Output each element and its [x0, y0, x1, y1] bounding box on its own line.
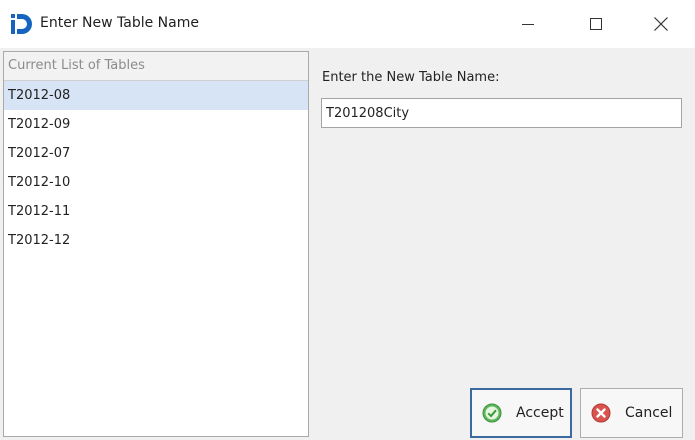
list-item[interactable]: T2012-11 [4, 197, 308, 226]
title-bar: Enter New Table Name [0, 0, 695, 48]
list-item[interactable]: T2012-07 [4, 139, 308, 168]
minimize-icon [522, 24, 534, 25]
close-button[interactable] [638, 0, 684, 48]
cancel-button[interactable]: Cancel [580, 388, 683, 438]
tables-list: T2012-08 T2012-09 T2012-07 T2012-10 T201… [4, 81, 308, 255]
new-table-name-label: Enter the New Table Name: [322, 70, 500, 85]
accept-label: Accept [516, 405, 564, 421]
window-title: Enter New Table Name [40, 15, 199, 31]
list-item[interactable]: T2012-10 [4, 168, 308, 197]
minimize-button[interactable] [505, 0, 551, 48]
cancel-label: Cancel [625, 405, 673, 421]
list-item[interactable]: T2012-09 [4, 110, 308, 139]
list-item-selected[interactable]: T2012-08 [4, 81, 308, 110]
close-icon [654, 17, 668, 31]
check-circle-icon [482, 403, 502, 423]
maximize-button[interactable] [573, 0, 619, 48]
list-item[interactable]: T2012-12 [4, 226, 308, 255]
accept-button[interactable]: Accept [470, 388, 572, 438]
tables-list-panel: Current List of Tables T2012-08 T2012-09… [3, 51, 309, 437]
new-table-name-input[interactable] [321, 98, 682, 128]
app-logo-icon [10, 12, 32, 36]
x-circle-icon [591, 403, 611, 423]
tables-list-header: Current List of Tables [4, 52, 308, 81]
maximize-icon [590, 18, 602, 30]
